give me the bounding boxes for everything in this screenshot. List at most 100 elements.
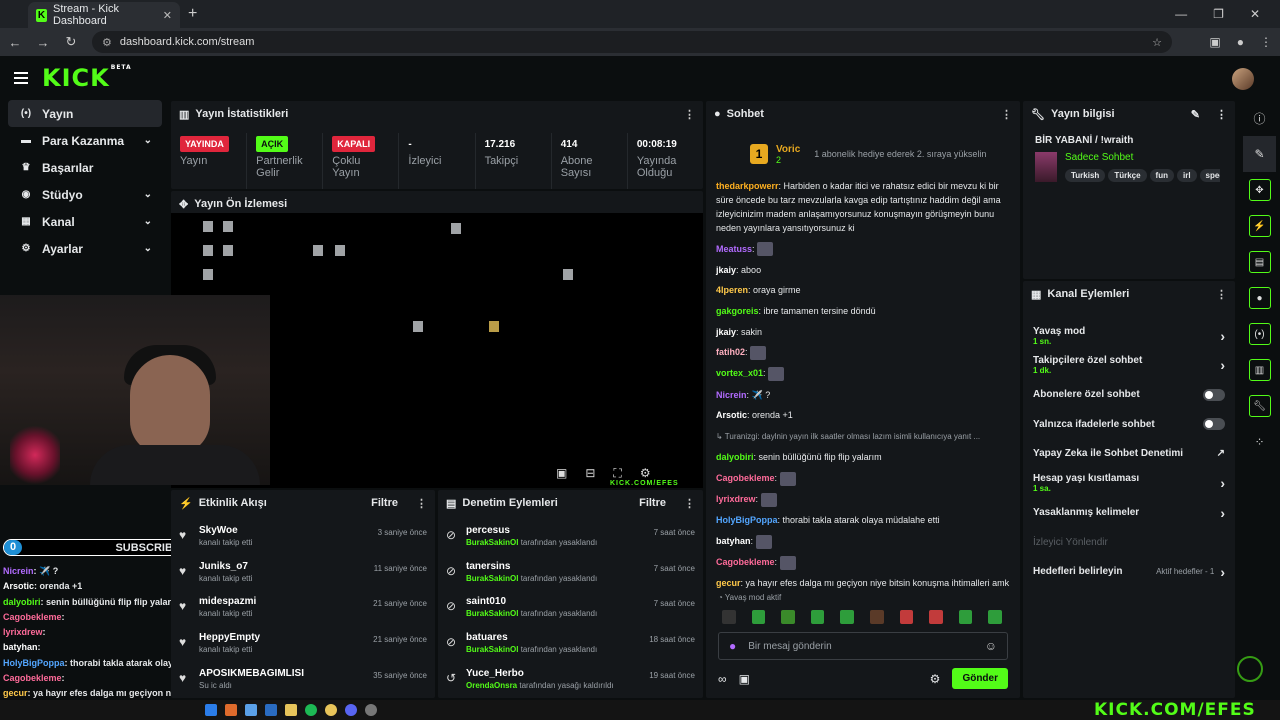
minimize-icon[interactable]: — bbox=[1175, 7, 1187, 21]
category-link[interactable]: Sadece Sohbet bbox=[1065, 152, 1220, 163]
tag-pill[interactable]: speed bbox=[1199, 169, 1220, 182]
chat-username[interactable]: gecur bbox=[716, 578, 741, 588]
site-info-icon[interactable]: ⚙ bbox=[102, 36, 112, 49]
emoji-icon[interactable]: ☺ bbox=[985, 639, 997, 653]
stats-toggle-icon[interactable]: ▥ bbox=[1239, 352, 1280, 388]
preview-toggle-icon[interactable]: ✥ bbox=[1239, 172, 1280, 208]
chat-username[interactable]: Arsotic bbox=[716, 410, 747, 420]
activity-row[interactable]: ♥ APOSIKMEBAGIMLISI Su ic aldı 35 saniye ön… bbox=[171, 668, 435, 704]
panel-menu-icon[interactable]: ⋮ bbox=[1001, 108, 1012, 121]
hamburger-menu-icon[interactable] bbox=[14, 72, 28, 84]
reload-icon[interactable]: ↻ bbox=[64, 34, 78, 50]
emote-icon[interactable] bbox=[899, 610, 914, 624]
tag-pill[interactable]: Turkish bbox=[1065, 169, 1106, 182]
panel-menu-icon[interactable]: ⋮ bbox=[684, 108, 695, 121]
chat-username[interactable]: dalyobiri bbox=[716, 452, 754, 462]
activity-row[interactable]: ♥ midespazmi kanalı takip etti 21 saniye ön… bbox=[171, 596, 435, 632]
tag-pill[interactable]: Türkçe bbox=[1108, 169, 1147, 182]
taskbar-app-icon[interactable] bbox=[285, 704, 297, 716]
activity-row[interactable]: ♥ SkyWoe kanalı takip etti 3 saniye önce bbox=[171, 525, 435, 561]
emote-icon[interactable] bbox=[869, 610, 884, 624]
channel-action-row[interactable]: Yapay Zeka ile Sohbet Denetimi ↗ bbox=[1023, 439, 1235, 469]
chat-username[interactable]: vortex_x01 bbox=[716, 368, 763, 378]
discord-icon[interactable] bbox=[345, 704, 357, 716]
activity-toggle-icon[interactable]: ⚡ bbox=[1239, 208, 1280, 244]
taskbar-app-icon[interactable] bbox=[365, 704, 377, 716]
pip-icon[interactable]: ▣ bbox=[556, 466, 567, 481]
edit-icon[interactable]: ✎ bbox=[1191, 108, 1200, 121]
sidebar-item-ayarlar[interactable]: ⚙ Ayarlar ⌄ bbox=[8, 235, 162, 262]
category-thumbnail[interactable] bbox=[1035, 152, 1057, 182]
chat-username[interactable]: jkaiy bbox=[716, 327, 736, 337]
user-avatar[interactable] bbox=[1232, 68, 1254, 90]
chat-input[interactable]: ● Bir mesaj gönderin ☺ bbox=[718, 632, 1008, 660]
close-tab-icon[interactable]: ✕ bbox=[163, 9, 172, 22]
theater-icon[interactable]: ⊟ bbox=[585, 466, 595, 481]
tag-pill[interactable]: irl bbox=[1176, 169, 1197, 182]
panel-menu-icon[interactable]: ⋮ bbox=[1216, 288, 1227, 301]
profile-icon[interactable]: ● bbox=[1237, 35, 1244, 49]
chat-username[interactable]: gakgoreis bbox=[716, 306, 759, 316]
panel-menu-icon[interactable]: ⋮ bbox=[1216, 108, 1227, 121]
emote-icon[interactable] bbox=[722, 610, 736, 624]
url-field[interactable]: ⚙ dashboard.kick.com/stream ☆ bbox=[92, 31, 1172, 53]
sidebar-item-para-kazanma[interactable]: ▬ Para Kazanma ⌄ bbox=[8, 127, 162, 154]
channel-action-row[interactable]: Yavaş mod 1 sn. › bbox=[1023, 321, 1235, 351]
panel-menu-icon[interactable]: ⋮ bbox=[684, 497, 695, 510]
emote-icon[interactable] bbox=[751, 610, 766, 624]
spotify-icon[interactable] bbox=[305, 704, 317, 716]
chat-username[interactable]: batyhan bbox=[716, 536, 751, 546]
info-icon[interactable]: ⓘ bbox=[1239, 100, 1280, 136]
emote-icon[interactable] bbox=[810, 610, 825, 624]
channel-action-row[interactable]: Yalnızca ifadelerle sohbet bbox=[1023, 410, 1235, 440]
chat-toggle-icon[interactable]: ● bbox=[1239, 280, 1280, 316]
chat-username[interactable]: Cagobekleme bbox=[716, 557, 775, 567]
mod-action-row[interactable]: ⊘ percesus BurakSakinOl tarafından yasakla… bbox=[438, 525, 703, 561]
chrome-icon[interactable] bbox=[325, 704, 337, 716]
back-icon[interactable]: ← bbox=[8, 35, 22, 50]
channel-action-row[interactable]: Hedefleri belirleyin Aktif hedefler - 1 › bbox=[1023, 557, 1235, 587]
broadcast-toggle-icon[interactable]: (•) bbox=[1239, 316, 1280, 352]
browser-tab[interactable]: K Stream - Kick Dashboard ✕ bbox=[28, 2, 180, 28]
emote-icon[interactable] bbox=[958, 610, 973, 624]
chat-username[interactable]: fatih02 bbox=[716, 347, 745, 357]
sidebar-item-kanal[interactable]: ▦ Kanal ⌄ bbox=[8, 208, 162, 235]
chat-username[interactable]: lyrixdrew bbox=[716, 494, 756, 504]
fullscreen-icon[interactable]: ⛶ bbox=[613, 466, 621, 481]
chat-username[interactable]: Meatuss bbox=[716, 244, 752, 254]
bookmark-star-icon[interactable]: ☆ bbox=[1152, 36, 1162, 49]
more-icon[interactable]: ⁘ bbox=[1239, 424, 1280, 460]
channel-action-row[interactable]: Takipçilere özel sohbet 1 dk. › bbox=[1023, 351, 1235, 381]
taskbar-app-icon[interactable] bbox=[245, 704, 257, 716]
mod-action-row[interactable]: ⊘ tanersins BurakSakinOl tarafından yasakl… bbox=[438, 561, 703, 597]
channel-action-row[interactable]: Yasaklanmış kelimeler › bbox=[1023, 498, 1235, 528]
activity-row[interactable]: ♥ Juniks_o7 kanalı takip etti 11 saniye önc… bbox=[171, 561, 435, 597]
emote-icon[interactable] bbox=[929, 610, 943, 624]
chat-username[interactable]: thedarkpowerr bbox=[716, 181, 779, 191]
taskbar-app-icon[interactable] bbox=[265, 704, 277, 716]
microphone-icon[interactable]: ● bbox=[729, 639, 736, 653]
close-window-icon[interactable]: ✕ bbox=[1250, 7, 1260, 21]
panel-menu-icon[interactable]: ⋮ bbox=[416, 497, 427, 510]
mod-action-row[interactable]: ↺ Yuce_Herbo OrendaOnsra tarafından yasağı… bbox=[438, 668, 703, 704]
emote-icon[interactable] bbox=[840, 610, 854, 624]
kick-logo[interactable]: KICKBETA bbox=[42, 64, 132, 92]
filter-button[interactable]: Filtre bbox=[639, 497, 666, 509]
chat-username[interactable]: Nicrein bbox=[716, 390, 747, 400]
sidebar-item-studyo[interactable]: ◉ Stüdyo ⌄ bbox=[8, 181, 162, 208]
emote-icon[interactable] bbox=[988, 610, 1002, 624]
wrench-toggle-icon[interactable]: 🔧︎ bbox=[1239, 388, 1280, 424]
chat-username[interactable]: Cagobekleme bbox=[716, 473, 775, 483]
send-button[interactable]: Gönder bbox=[952, 668, 1008, 689]
toggle-switch[interactable] bbox=[1203, 418, 1225, 431]
emote-icon[interactable] bbox=[781, 610, 795, 624]
pencil-icon[interactable]: ✎ bbox=[1243, 136, 1276, 172]
chat-username[interactable]: HolyBigPoppa bbox=[716, 515, 778, 525]
sidebar-item-yayin[interactable]: (•) Yayın bbox=[8, 100, 162, 127]
points-icon[interactable]: ∞ bbox=[718, 672, 727, 686]
more-menu-icon[interactable]: ⋮ bbox=[1260, 35, 1272, 49]
sidebar-item-basarilar[interactable]: ♛ Başarılar bbox=[8, 154, 162, 181]
extension-icon[interactable]: ▣ bbox=[1209, 35, 1220, 49]
toggle-switch[interactable] bbox=[1203, 388, 1225, 401]
channel-action-row[interactable]: Hesap yaşı kısıtlaması 1 sa. › bbox=[1023, 469, 1235, 499]
